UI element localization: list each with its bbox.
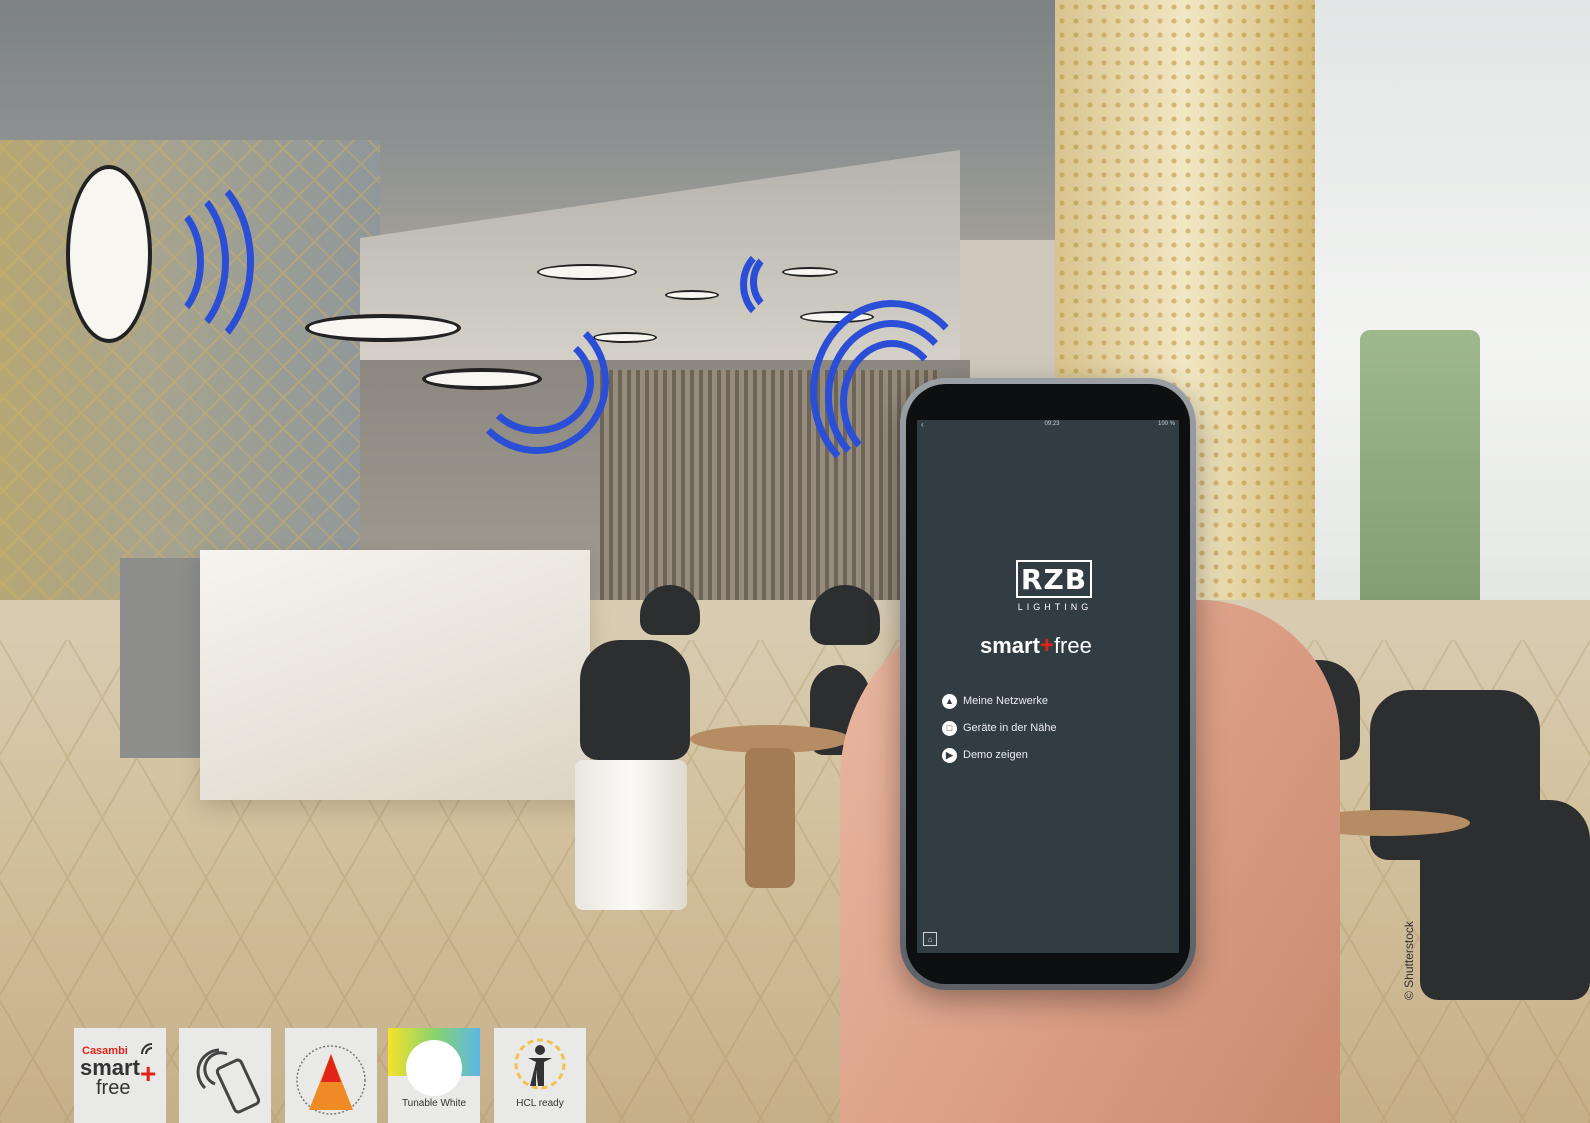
reception-side: [120, 558, 205, 758]
wireless-signal-icon: [110, 165, 254, 359]
rzb-logo: RZB: [1016, 560, 1092, 598]
menu-item-networks[interactable]: ▲ Meine Netzwerke: [942, 692, 1142, 710]
wifi-icon: [141, 1043, 153, 1055]
wireless-signal-icon: [465, 310, 609, 454]
stool: [575, 760, 687, 910]
pendant-lamp: [305, 314, 461, 342]
scene: ‹ 09:23 100 % RZB LIGHTING smart+free ▲ …: [0, 0, 1590, 1123]
tunable-white-label: Tunable White: [401, 1098, 467, 1109]
menu-item-nearby-devices[interactable]: □ Geräte in der Nähe: [942, 719, 1142, 737]
badge-free: free: [96, 1077, 131, 1099]
hcl-ready-badge: HCL ready: [494, 1028, 586, 1123]
menu-item-demo[interactable]: ▶ Demo zeigen: [942, 746, 1142, 764]
ceiling-lamp: [537, 264, 637, 280]
table-base: [745, 748, 795, 888]
back-icon[interactable]: ‹: [921, 420, 924, 429]
human-centric-icon: [514, 1038, 566, 1090]
photo-credit: © Shutterstock: [1402, 921, 1416, 1000]
armchair: [580, 640, 690, 760]
rzb-logo-sub: LIGHTING: [1017, 602, 1093, 612]
menu-item-label: Meine Netzwerke: [963, 695, 1048, 707]
logo-plus: +: [1039, 632, 1054, 659]
tunable-white-badge: Tunable White: [388, 1028, 480, 1123]
device-icon: □: [942, 720, 957, 736]
casambi-ready-badge: [285, 1028, 377, 1123]
ceiling-lamp: [665, 290, 719, 300]
phone-screen: [917, 420, 1179, 953]
logo-smart: smart: [980, 633, 1040, 658]
tunable-white-icon: [388, 1028, 480, 1096]
app-control-badge: [179, 1028, 271, 1123]
status-battery: 100 %: [1157, 421, 1175, 427]
ceiling-lamp: [593, 332, 657, 343]
hcl-ready-label: HCL ready: [516, 1098, 564, 1109]
smart-free-logo: smart+free: [980, 632, 1130, 660]
badge-plus: +: [140, 1058, 157, 1089]
logo-free: free: [1053, 633, 1092, 658]
menu-item-label: Geräte in der Nähe: [963, 722, 1057, 734]
reception-desk: [200, 550, 590, 800]
play-icon: ▶: [942, 747, 957, 763]
phone-wireless-icon: [196, 1048, 261, 1114]
home-icon[interactable]: ⌂: [923, 932, 937, 946]
rzb-logo-text: RZB: [1020, 562, 1088, 596]
menu-item-label: Demo zeigen: [963, 749, 1028, 761]
status-time: 09:23: [1044, 421, 1060, 427]
network-icon: ▲: [942, 693, 957, 709]
casambi-ready-icon: [296, 1045, 366, 1115]
wireless-signal-icon: [740, 245, 809, 324]
window-trees: [1360, 330, 1480, 630]
